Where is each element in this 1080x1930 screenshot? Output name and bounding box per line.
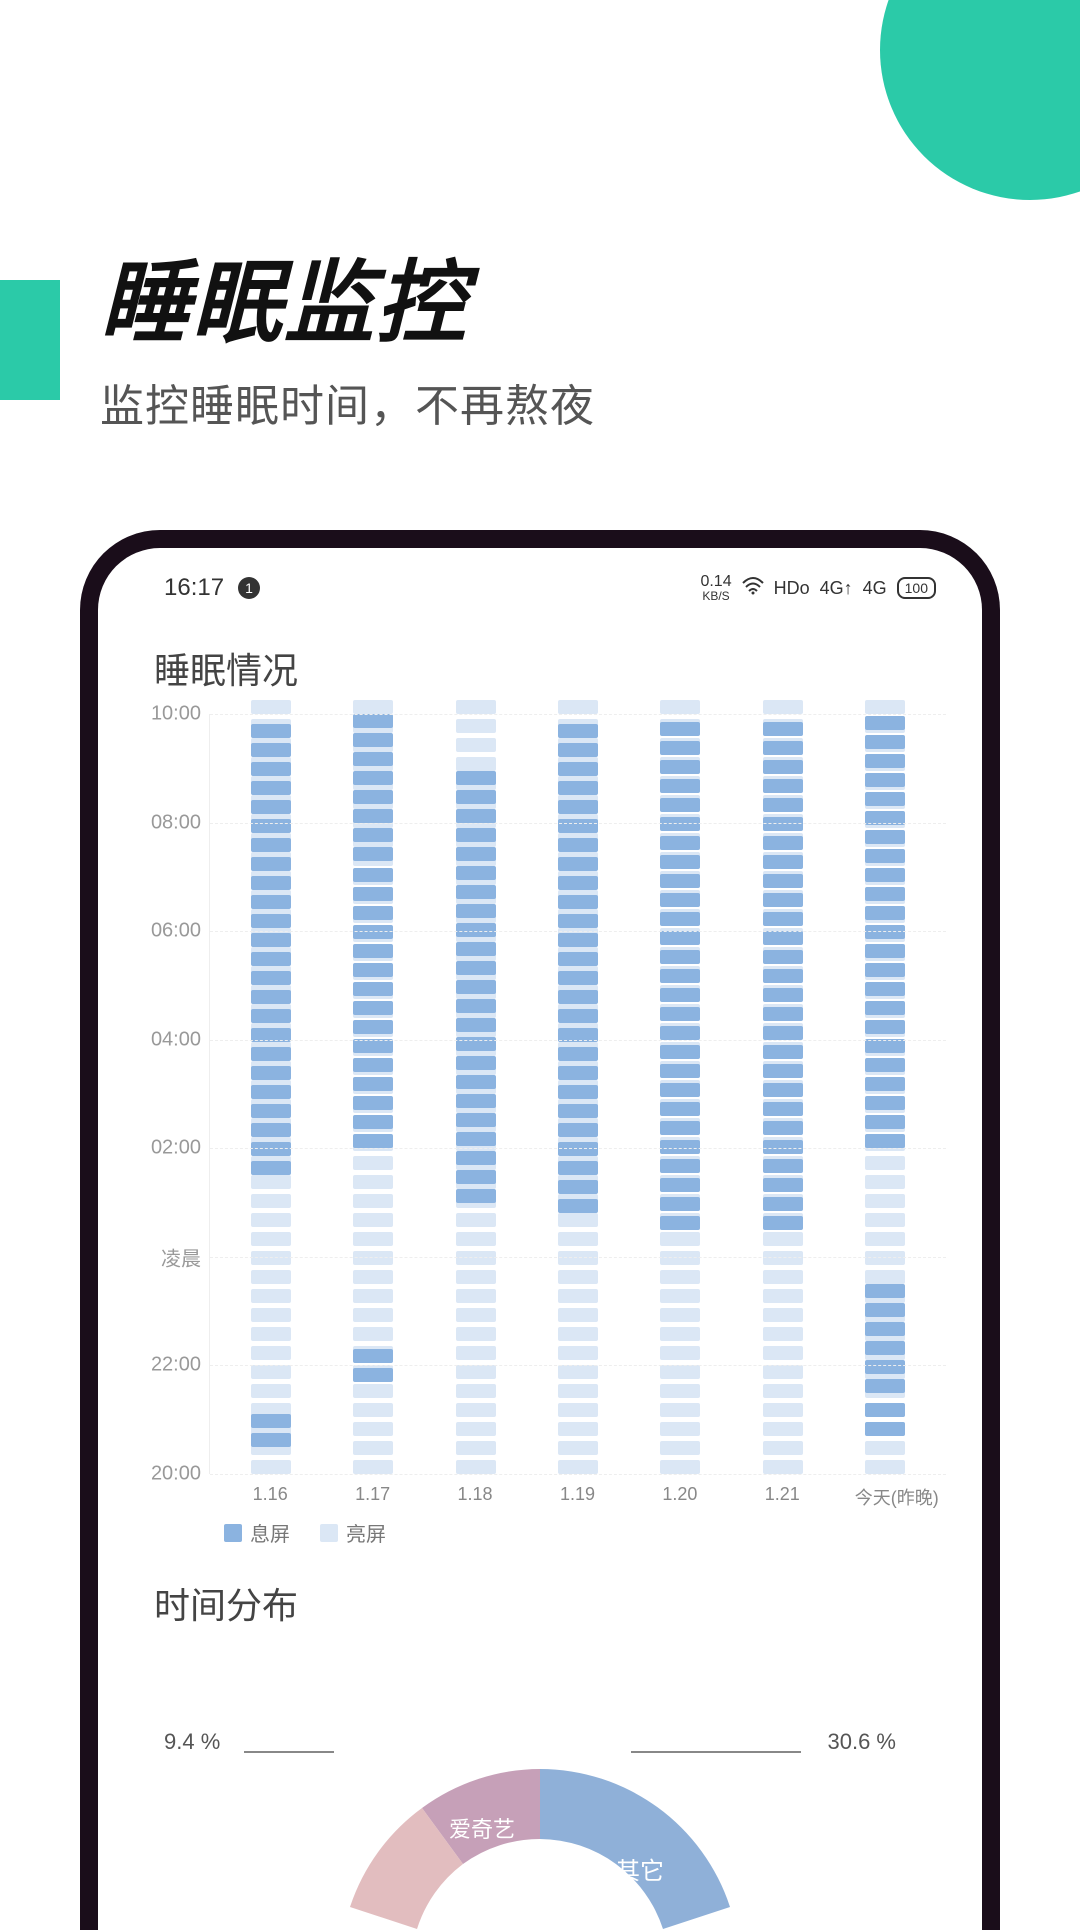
legend-off: 息屏: [224, 1518, 290, 1547]
y-tick: 08:00: [151, 811, 201, 834]
net-speed-unit: KB/S: [702, 590, 729, 602]
y-tick: 凌晨: [161, 1242, 201, 1271]
section-distribution-title: 时间分布: [104, 1547, 976, 1649]
decor-corner: [880, 0, 1080, 200]
battery-icon: 100: [897, 577, 936, 599]
y-axis: 10:0008:0006:0004:0002:00凌晨22:0020:00: [124, 714, 209, 1474]
donut-label-left: 爱奇艺: [449, 1817, 515, 1842]
chart-plot: [209, 714, 946, 1474]
y-tick: 10:00: [151, 703, 201, 726]
legend-on: 亮屏: [320, 1518, 386, 1547]
net-speed-value: 0.14: [700, 574, 731, 590]
legend-off-label: 息屏: [250, 1518, 290, 1547]
page-title: 睡眠监控: [100, 230, 468, 360]
donut-slice-other: [540, 1769, 730, 1929]
decor-side: [0, 280, 60, 400]
notification-badge: 1: [238, 577, 260, 599]
y-tick: 20:00: [151, 1463, 201, 1486]
donut-chart[interactable]: 9.4 % 30.6 % 其它 爱奇艺: [104, 1699, 976, 1930]
x-tick: 1.19: [547, 1484, 607, 1510]
day-column[interactable]: [241, 714, 301, 1474]
chart-legend: 息屏 亮屏: [224, 1510, 946, 1547]
signal-1: 4G↑: [820, 578, 853, 599]
day-column[interactable]: [753, 714, 813, 1474]
page-subtitle: 监控睡眠时间，不再熬夜: [100, 370, 595, 434]
status-bar: 16:17 1 0.14 KB/S HDo 4G↑ 4G 100: [104, 554, 976, 612]
x-axis: 1.16 1.17 1.18 1.19 1.20 1.21 今天(昨晚): [209, 1474, 946, 1510]
donut-label-right: 其它: [616, 1858, 664, 1885]
donut-svg: 其它 爱奇艺: [290, 1719, 790, 1930]
y-tick: 02:00: [151, 1137, 201, 1160]
x-tick: 1.16: [240, 1484, 300, 1510]
y-tick: 04:00: [151, 1028, 201, 1051]
x-tick: 1.17: [343, 1484, 403, 1510]
x-tick: 1.21: [752, 1484, 812, 1510]
status-time: 16:17: [164, 574, 224, 602]
donut-pct-right: 30.6 %: [828, 1729, 897, 1755]
y-tick: 22:00: [151, 1354, 201, 1377]
phone-frame: 16:17 1 0.14 KB/S HDo 4G↑ 4G 100 睡眠情况 10…: [80, 530, 1000, 1930]
phone-screen: 16:17 1 0.14 KB/S HDo 4G↑ 4G 100 睡眠情况 10…: [104, 554, 976, 1930]
day-column[interactable]: [343, 714, 403, 1474]
hd-icon: HDo: [774, 578, 810, 599]
day-column[interactable]: [446, 714, 506, 1474]
day-column[interactable]: [548, 714, 608, 1474]
donut-pct-left: 9.4 %: [164, 1729, 220, 1755]
day-column[interactable]: [855, 714, 915, 1474]
sleep-chart[interactable]: 10:0008:0006:0004:0002:00凌晨22:0020:00 1.…: [104, 714, 976, 1547]
x-tick: 今天(昨晚): [855, 1484, 915, 1510]
y-tick: 06:00: [151, 920, 201, 943]
legend-on-label: 亮屏: [346, 1518, 386, 1547]
section-sleep-title: 睡眠情况: [104, 612, 976, 714]
net-speed: 0.14 KB/S: [700, 574, 731, 602]
signal-2: 4G: [863, 578, 887, 599]
wifi-icon: [742, 577, 764, 600]
day-column[interactable]: [650, 714, 710, 1474]
x-tick: 1.20: [650, 1484, 710, 1510]
x-tick: 1.18: [445, 1484, 505, 1510]
